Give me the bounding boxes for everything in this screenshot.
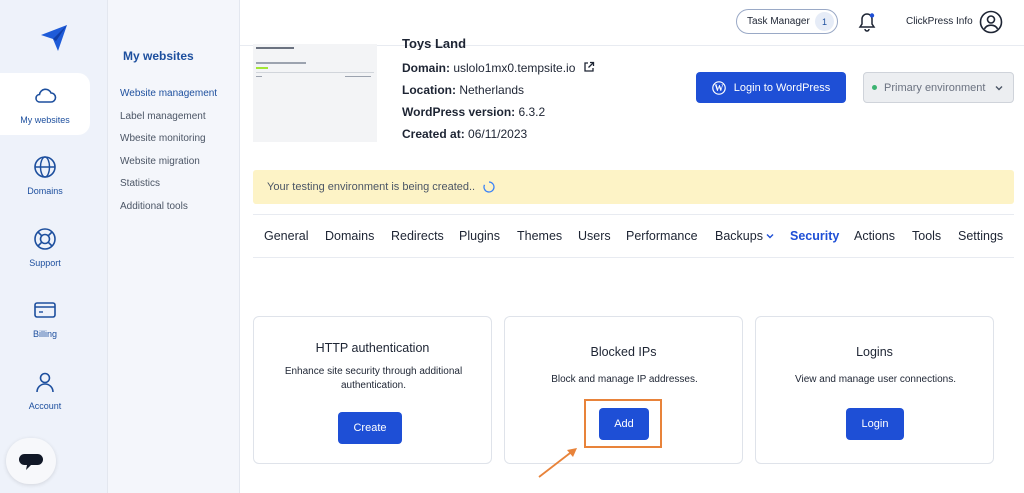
rail-item-support[interactable]: Support bbox=[0, 216, 90, 278]
subnav-item-label-management[interactable]: Label management bbox=[120, 111, 206, 122]
tab-users[interactable]: Users bbox=[578, 229, 611, 243]
http-authentication-card: HTTP authentication Enhance site securit… bbox=[253, 316, 492, 464]
location-label: Location: bbox=[402, 83, 456, 97]
rail-item-my-websites[interactable]: My websites bbox=[0, 73, 90, 135]
external-link-icon[interactable] bbox=[583, 61, 595, 73]
chevron-down-icon bbox=[766, 234, 774, 239]
card-description: View and manage user connections. bbox=[794, 374, 957, 385]
tab-themes[interactable]: Themes bbox=[517, 229, 562, 243]
rail-item-label: My websites bbox=[20, 115, 70, 125]
user-avatar-icon[interactable] bbox=[979, 10, 1003, 34]
create-button[interactable]: Create bbox=[338, 412, 402, 444]
task-manager-label: Task Manager bbox=[747, 16, 810, 27]
wp-version-value: 6.3.2 bbox=[518, 105, 546, 119]
site-location-row: Location: Netherlands bbox=[402, 83, 524, 97]
top-bar: Task Manager 1 ClickPress Info bbox=[240, 0, 1024, 46]
rail-item-label: Support bbox=[29, 258, 61, 268]
logins-card: Logins View and manage user connections.… bbox=[755, 316, 994, 464]
tab-backups-label: Backups bbox=[715, 229, 763, 243]
created-label: Created at: bbox=[402, 127, 465, 141]
wp-version-label: WordPress version: bbox=[402, 105, 516, 119]
tab-settings[interactable]: Settings bbox=[958, 229, 1003, 243]
wordpress-icon: W bbox=[711, 80, 726, 95]
subnav-title: My websites bbox=[123, 49, 194, 63]
banner-text: Your testing environment is being create… bbox=[267, 181, 476, 193]
card-title: HTTP authentication bbox=[315, 341, 430, 355]
chat-icon bbox=[19, 454, 43, 470]
tab-redirects[interactable]: Redirects bbox=[391, 229, 444, 243]
card-title: Blocked IPs bbox=[590, 345, 657, 359]
globe-icon bbox=[34, 156, 56, 178]
rail-item-billing[interactable]: Billing bbox=[0, 287, 90, 349]
site-wp-version-row: WordPress version: 6.3.2 bbox=[402, 105, 545, 119]
highlight-annotation-box bbox=[584, 399, 662, 448]
chevron-down-icon bbox=[995, 86, 1003, 91]
secondary-sidebar: My websites Website management Label man… bbox=[108, 0, 240, 493]
rail-item-label: Domains bbox=[27, 186, 63, 196]
environment-creating-banner: Your testing environment is being create… bbox=[253, 170, 1014, 204]
environment-value: Primary environment bbox=[884, 81, 986, 94]
login-button[interactable]: Login bbox=[846, 408, 904, 440]
site-thumbnail[interactable] bbox=[253, 44, 377, 142]
tab-domains[interactable]: Domains bbox=[325, 229, 374, 243]
environment-select[interactable]: Primary environment bbox=[863, 72, 1014, 103]
chat-widget-button[interactable] bbox=[6, 438, 56, 484]
site-name: Toys Land bbox=[402, 36, 467, 50]
task-count-badge: 1 bbox=[815, 12, 834, 31]
domain-value[interactable]: uslolo1mx0.tempsite.io bbox=[453, 61, 575, 75]
icon-rail: My websites Domains Support Billing Acco… bbox=[0, 0, 108, 493]
site-domain-row: Domain: uslolo1mx0.tempsite.io bbox=[402, 61, 595, 75]
rail-item-account[interactable]: Account bbox=[0, 359, 90, 421]
login-to-wordpress-button[interactable]: W Login to WordPress bbox=[696, 72, 846, 103]
rail-item-domains[interactable]: Domains bbox=[0, 144, 90, 206]
spinner-icon bbox=[483, 181, 495, 193]
site-tabs: General Domains Redirects Plugins Themes… bbox=[253, 214, 1014, 258]
tab-security[interactable]: Security bbox=[790, 229, 839, 243]
subnav-item-website-migration[interactable]: Website migration bbox=[120, 156, 200, 167]
card-title: Logins bbox=[856, 345, 893, 359]
environment-status-dot bbox=[872, 85, 877, 90]
location-value: Netherlands bbox=[459, 83, 525, 97]
card-description: Enhance site security through additional… bbox=[284, 366, 463, 391]
tab-backups[interactable]: Backups bbox=[715, 229, 774, 243]
login-to-wordpress-label: Login to WordPress bbox=[733, 81, 831, 94]
subnav-item-website-management[interactable]: Website management bbox=[120, 88, 217, 99]
paper-plane-logo-icon[interactable] bbox=[38, 22, 70, 54]
task-manager-button[interactable]: Task Manager 1 bbox=[736, 9, 838, 34]
bell-icon[interactable] bbox=[858, 12, 876, 32]
cloud-icon bbox=[35, 88, 57, 103]
rail-item-label: Billing bbox=[32, 329, 57, 339]
user-name[interactable]: ClickPress Info bbox=[906, 16, 973, 27]
card-description: Block and manage IP addresses. bbox=[551, 374, 698, 385]
user-icon bbox=[36, 372, 54, 393]
site-created-row: Created at: 06/11/2023 bbox=[402, 127, 527, 141]
domain-label: Domain: bbox=[402, 61, 450, 75]
lifebuoy-icon bbox=[34, 228, 56, 250]
tab-plugins[interactable]: Plugins bbox=[459, 229, 500, 243]
rail-item-label: Account bbox=[28, 401, 62, 411]
tab-actions[interactable]: Actions bbox=[854, 229, 895, 243]
card-icon bbox=[34, 302, 56, 318]
tab-general[interactable]: General bbox=[264, 229, 308, 243]
subnav-item-website-monitoring[interactable]: Wbesite monitoring bbox=[120, 133, 206, 144]
svg-text:W: W bbox=[714, 83, 723, 93]
arrow-annotation-icon bbox=[538, 448, 577, 478]
subnav-item-statistics[interactable]: Statistics bbox=[120, 178, 160, 189]
created-value: 06/11/2023 bbox=[468, 127, 528, 141]
tab-performance[interactable]: Performance bbox=[626, 229, 698, 243]
tab-tools[interactable]: Tools bbox=[912, 229, 941, 243]
subnav-item-additional-tools[interactable]: Additional tools bbox=[120, 201, 188, 212]
